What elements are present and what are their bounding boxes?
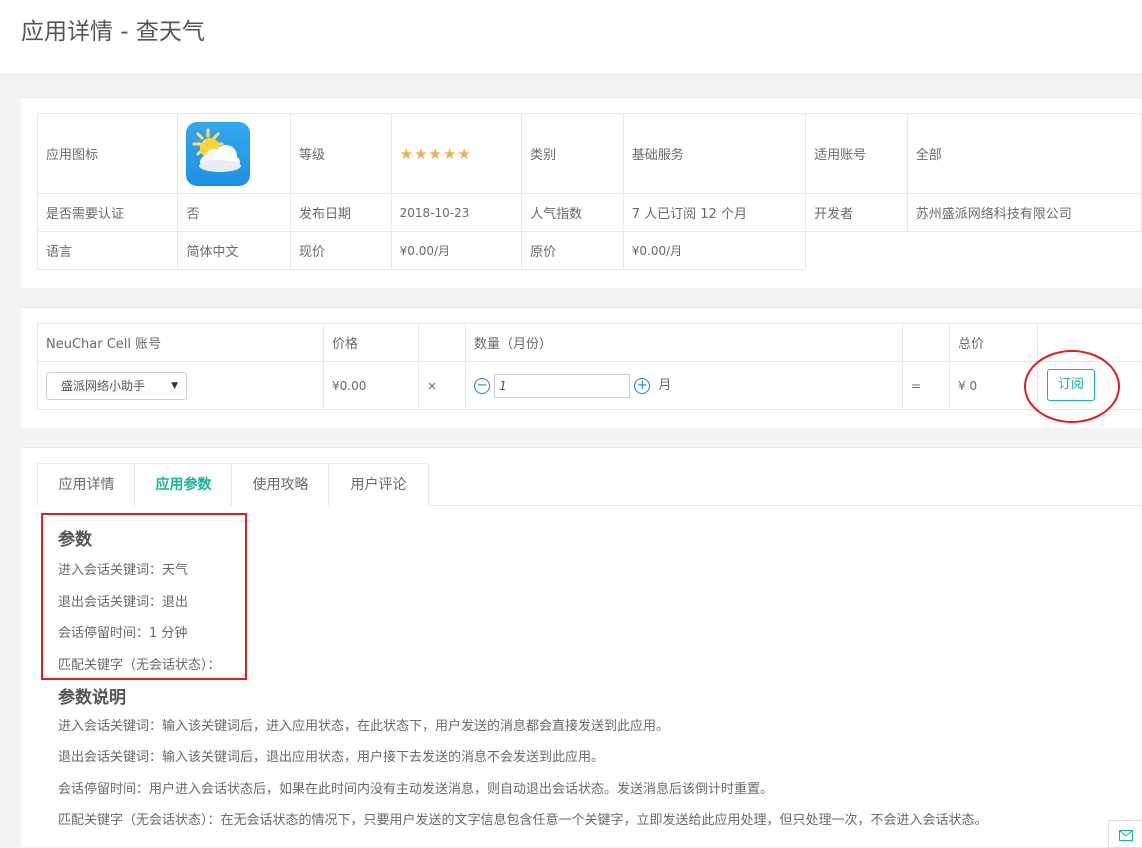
price-value: ¥0.00/月 [390,231,523,270]
lang-value: 简体中文 [177,231,292,270]
price-label: 现价 [290,231,392,270]
caret-down-icon: ▼ [171,380,178,391]
highlight-box [41,513,247,680]
minus-circle-icon[interactable]: − [474,377,490,394]
orig-value: ¥0.00/月 [622,231,807,270]
tab-user-reviews[interactable]: 用户评论 [328,463,429,506]
auth-value: 否 [177,193,292,232]
page-header: 应用详情 - 查天气 [0,0,1142,75]
tab-usage-guide[interactable]: 使用攻略 [231,463,330,506]
account-label: 适用账号 [805,113,908,194]
quantity-input[interactable]: 1 [494,373,631,398]
category-label: 类别 [521,113,624,194]
date-value: 2018-10-23 [390,193,523,232]
highlight-ellipse [1024,350,1120,423]
app-icon-cell [177,113,292,194]
level-label: 等级 [290,113,392,194]
weather-app-icon [186,121,251,186]
price-header: 价格 [323,323,419,362]
developer-label: 开发者 [805,193,908,232]
icon-label: 应用图标 [36,113,179,194]
date-label: 发布日期 [290,193,392,232]
lang-label: 语言 [36,231,179,270]
desc-enter-keyword: 进入会话关键词：输入该关键词后，进入应用状态，在此状态下，用户发送的消息都会直接… [58,719,670,734]
times-sign: × [418,361,466,410]
desc-title: 参数说明 [58,688,126,708]
account-select[interactable]: 盛派网络小助手 ▼ [46,371,187,400]
qty-header: 数量（月份） [465,323,903,362]
mail-widget[interactable] [1108,820,1142,848]
mail-icon [1119,830,1133,841]
price-value: ¥0.00 [323,361,419,410]
category-value: 基础服务 [622,113,807,194]
desc-exit-keyword: 退出会话关键词：输入该关键词后，退出应用状态，用户接下去发送的消息不会发送到此应… [58,750,605,765]
info-table: 应用图标 等级 ★★★★★ 类别 基础服务 适用账号 全部 是否需要认证 否 发… [36,113,1142,270]
auth-label: 是否需要认证 [36,193,179,232]
popularity-label: 人气指数 [521,193,624,232]
popularity-value: 7 人已订阅 12 个月 [622,193,807,232]
desc-match-keywords: 匹配关键字（无会话状态）：在无会话状态的情况下，只要用户发送的文字信息包含任意一… [58,813,988,828]
tab-app-detail[interactable]: 应用详情 [37,463,136,506]
account-select-value: 盛派网络小助手 [61,378,146,393]
unit-label: 月 [658,378,672,393]
equals-sign: = [902,361,950,410]
plus-circle-icon[interactable]: + [634,377,651,394]
account-header: NeuChar Cell 账号 [37,323,324,362]
account-value: 全部 [906,113,1142,194]
tab-app-params[interactable]: 应用参数 [134,463,233,507]
developer-value: 苏州盛派网络科技有限公司 [906,193,1142,232]
page-title: 应用详情 - 查天气 [21,19,205,45]
orig-label: 原价 [521,231,624,270]
total-header: 总价 [949,323,1038,362]
rating-stars: ★★★★★ [399,144,472,163]
desc-stay-time: 会话停留时间：用户进入会话状态后，如果在此时间内没有主动发送消息，则自动退出会话… [58,782,774,797]
order-table: NeuChar Cell 账号 价格 数量（月份） 总价 盛派网络小助手 ▼ ¥… [37,323,1142,410]
